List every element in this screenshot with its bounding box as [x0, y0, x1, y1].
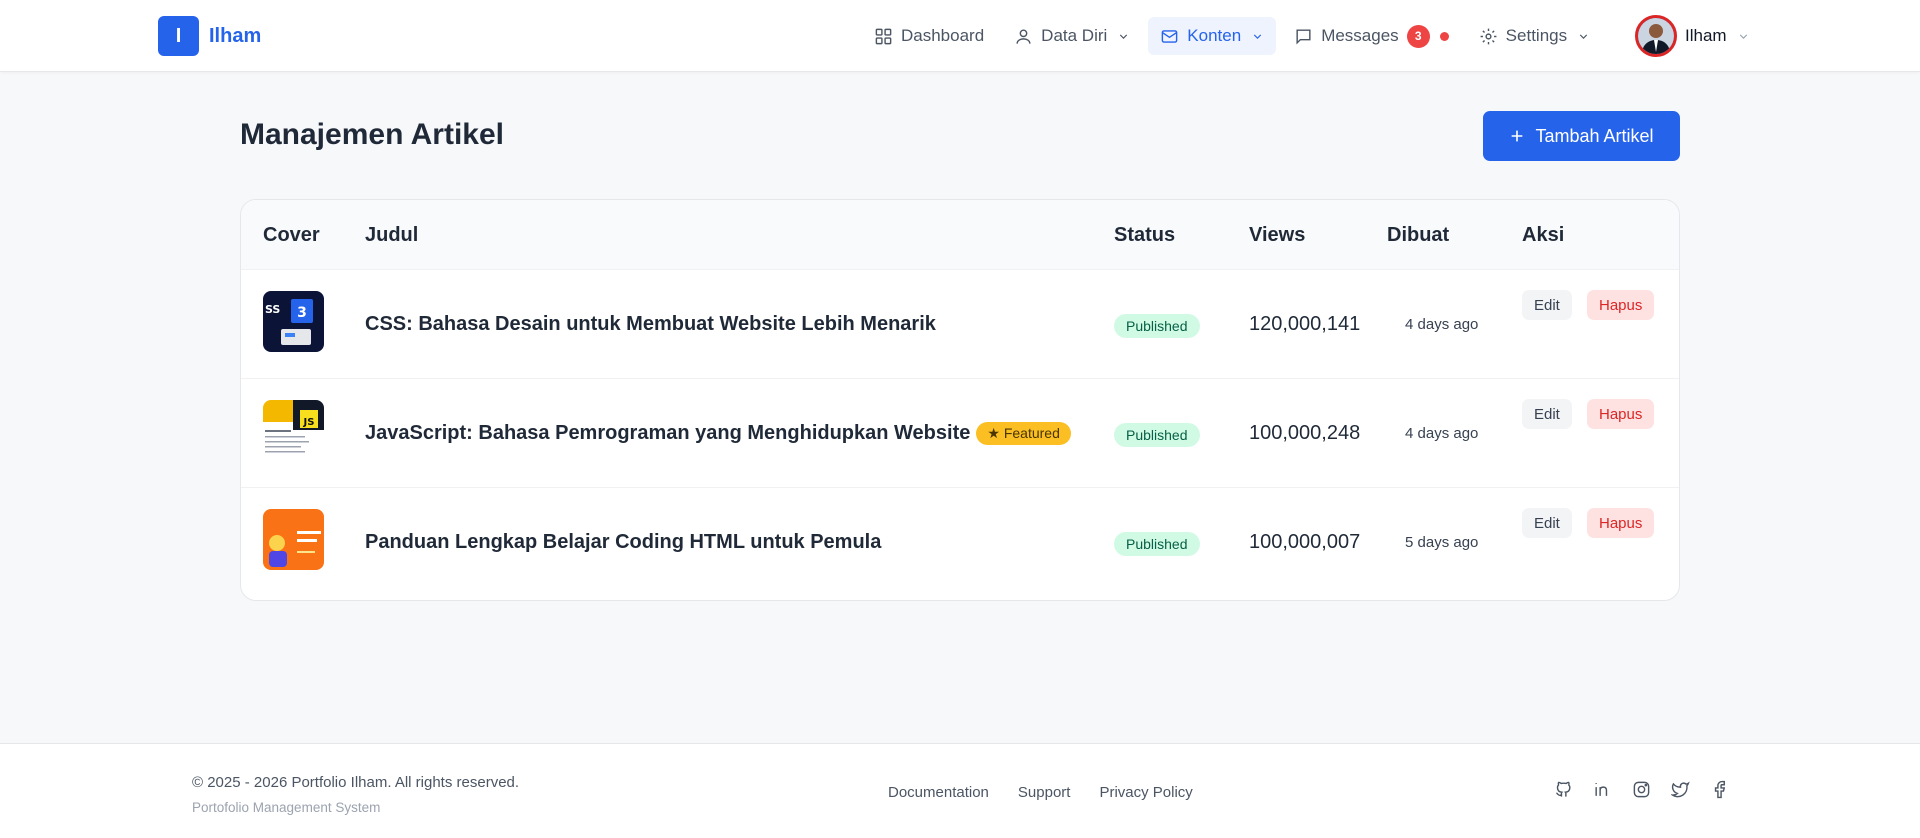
linkedin-icon[interactable] — [1593, 780, 1612, 799]
header-actions: Aksi — [1522, 223, 1565, 246]
brand-link[interactable]: I Ilham — [158, 16, 261, 56]
header-views: Views — [1249, 223, 1306, 246]
chevron-down-icon — [1120, 33, 1128, 39]
nav-settings-label: Settings — [1505, 26, 1568, 45]
table-row: JS JavaScript: Bahasa Pemrograman yang M… — [241, 379, 1679, 488]
article-title-text: Panduan Lengkap Belajar Coding HTML untu… — [365, 531, 882, 553]
support-link[interactable]: Support — [1018, 784, 1071, 801]
brand-logo: I — [158, 16, 199, 56]
nav-settings[interactable]: Settings — [1467, 17, 1602, 55]
footer: © 2025 - 2026 Portfolio Ilham. All right… — [0, 743, 1920, 838]
message-icon — [1296, 28, 1311, 45]
svg-text:JS: JS — [303, 417, 315, 428]
footer-links: Documentation Support Privacy Policy — [888, 784, 1193, 801]
avatar — [1635, 15, 1677, 57]
status-badge: Published — [1114, 532, 1200, 556]
nav-dashboard-label: Dashboard — [901, 26, 985, 45]
delete-button[interactable]: Hapus — [1587, 399, 1655, 429]
main-nav: Dashboard Data Diri Konten Messages 3 Se… — [862, 16, 1602, 56]
twitter-icon[interactable] — [1671, 780, 1690, 799]
created-time: 4 days ago — [1405, 316, 1479, 333]
header-cover: Cover — [263, 223, 320, 246]
article-title-text: JavaScript: Bahasa Pemrograman yang Meng… — [365, 422, 971, 444]
nav-konten[interactable]: Konten — [1148, 17, 1277, 55]
plus-icon — [1512, 130, 1523, 142]
cover-image: 3 SS — [263, 291, 324, 352]
views-count: 120,000,141 — [1249, 313, 1361, 335]
cover-image: JS — [263, 400, 324, 461]
user-icon — [1016, 28, 1031, 44]
nav-messages[interactable]: Messages 3 — [1282, 17, 1460, 55]
notification-dot — [1439, 31, 1449, 41]
copyright-text: © 2025 - 2026 Portfolio Ilham. All right… — [192, 774, 520, 791]
status-badge: Published — [1114, 314, 1200, 338]
table-row: Panduan Lengkap Belajar Coding HTML untu… — [241, 488, 1679, 597]
messages-count-badge: 3 — [1406, 24, 1430, 48]
nav-messages-label: Messages — [1321, 26, 1399, 45]
delete-button[interactable]: Hapus — [1587, 290, 1655, 320]
footer-subtitle: Portofolio Management System — [192, 800, 381, 815]
instagram-icon[interactable] — [1632, 780, 1651, 799]
svg-text:SS: SS — [265, 303, 280, 316]
github-icon[interactable] — [1554, 780, 1573, 799]
add-article-button[interactable]: Tambah Artikel — [1483, 111, 1680, 161]
add-article-label: Tambah Artikel — [1535, 125, 1654, 146]
documentation-link[interactable]: Documentation — [888, 784, 989, 801]
edit-button[interactable]: Edit — [1522, 508, 1572, 538]
views-count: 100,000,248 — [1249, 422, 1361, 444]
chevron-down-icon — [1579, 33, 1588, 39]
article-title[interactable]: Panduan Lengkap Belajar Coding HTML untu… — [365, 488, 881, 597]
articles-table: Cover Judul Status Views Dibuat Aksi 3 SS… — [240, 199, 1680, 601]
article-title[interactable]: CSS: Bahasa Desain untuk Membuat Website… — [365, 270, 936, 379]
mail-icon — [1161, 29, 1178, 43]
settings-icon — [1480, 28, 1497, 44]
featured-badge: ★ Featured — [976, 422, 1071, 445]
page-title: Manajemen Artikel — [240, 118, 504, 151]
article-title-text: CSS: Bahasa Desain untuk Membuat Website… — [365, 313, 936, 335]
table-row: 3 SS CSS: Bahasa Desain untuk Membuat Web… — [241, 270, 1679, 379]
brand-name: Ilham — [209, 24, 262, 47]
header-created: Dibuat — [1387, 223, 1450, 246]
nav-data-diri-label: Data Diri — [1041, 26, 1108, 45]
edit-button[interactable]: Edit — [1522, 399, 1572, 429]
nav-konten-label: Konten — [1187, 26, 1242, 45]
status-badge: Published — [1114, 423, 1200, 447]
header-title: Judul — [365, 223, 419, 246]
created-time: 5 days ago — [1405, 534, 1479, 551]
social-links — [1554, 780, 1729, 799]
header-status: Status — [1114, 223, 1176, 246]
delete-button[interactable]: Hapus — [1587, 508, 1655, 538]
privacy-policy-link[interactable]: Privacy Policy — [1099, 784, 1192, 801]
user-name: Ilham — [1685, 26, 1727, 45]
views-count: 100,000,007 — [1249, 531, 1361, 553]
dashboard-icon — [875, 28, 892, 44]
cover-image — [263, 509, 324, 570]
nav-data-diri[interactable]: Data Diri — [1002, 17, 1142, 55]
navbar: I Ilham Dashboard Data Diri Konten Messa… — [0, 0, 1920, 72]
chevron-down-icon — [1739, 33, 1747, 39]
user-menu[interactable]: Ilham — [1635, 14, 1750, 58]
chevron-down-icon — [1254, 33, 1262, 39]
created-time: 4 days ago — [1405, 425, 1479, 442]
table-header: Cover Judul Status Views Dibuat Aksi — [241, 200, 1679, 270]
article-title[interactable]: JavaScript: Bahasa Pemrograman yang Meng… — [365, 379, 1071, 488]
edit-button[interactable]: Edit — [1522, 290, 1572, 320]
nav-dashboard[interactable]: Dashboard — [862, 17, 996, 55]
facebook-icon[interactable] — [1710, 780, 1729, 799]
svg-text:3: 3 — [297, 305, 307, 321]
